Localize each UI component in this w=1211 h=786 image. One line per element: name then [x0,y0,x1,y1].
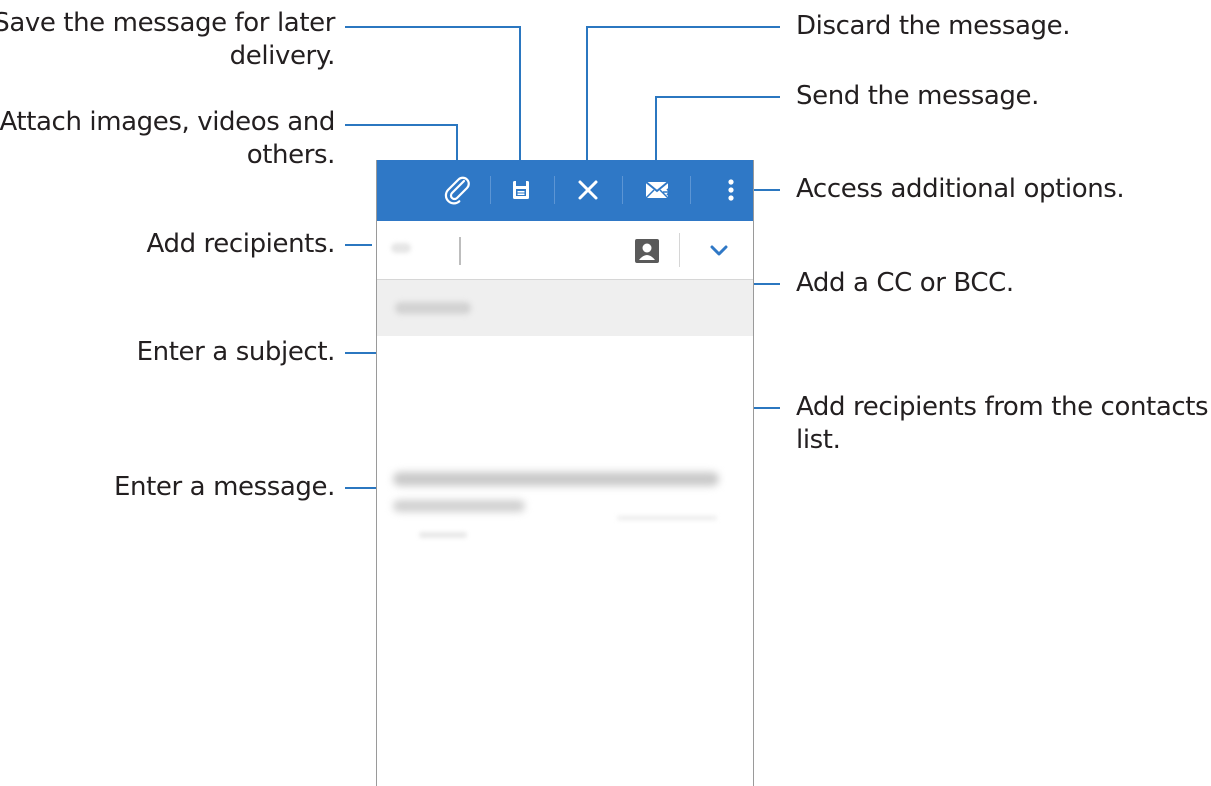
subject-hint [395,302,471,314]
leader-save [345,26,521,178]
action-separator [690,176,691,204]
send-icon[interactable] [639,172,675,208]
callout-cc-bcc: Add a CC or BCC. [796,268,1014,298]
message-text-blur [393,472,719,486]
callout-message: Enter a message. [114,472,335,502]
message-text-blur [419,532,467,538]
callout-more-options: Access additional options. [796,174,1125,204]
callout-add-recipients: Add recipients. [146,229,336,259]
subject-field[interactable] [377,280,753,336]
action-separator [622,176,623,204]
callout-attach: Attach images, videos and others. [0,107,335,170]
to-hint [391,243,411,253]
close-icon[interactable] [570,172,606,208]
leader-discard [586,26,780,178]
chevron-down-icon[interactable] [707,241,731,261]
action-bar [377,160,753,221]
more-vertical-icon[interactable] [713,172,749,208]
callout-contacts: Add recipients from the contacts list. [796,392,1209,455]
email-compose-screen [376,160,754,786]
action-separator [490,176,491,204]
action-separator [554,176,555,204]
callout-subject: Enter a subject. [136,337,336,367]
contact-icon[interactable] [633,237,661,265]
callout-discard: Discard the message. [796,11,1071,41]
callout-save: Save the message for later delivery. [0,8,335,71]
message-text-blur [393,500,525,512]
text-cursor [459,237,461,265]
callout-send: Send the message. [796,81,1039,111]
save-draft-icon[interactable] [503,172,539,208]
field-separator [679,233,680,267]
recipients-field[interactable] [377,221,753,280]
paperclip-icon[interactable] [440,172,476,208]
message-text-blur [617,516,717,520]
